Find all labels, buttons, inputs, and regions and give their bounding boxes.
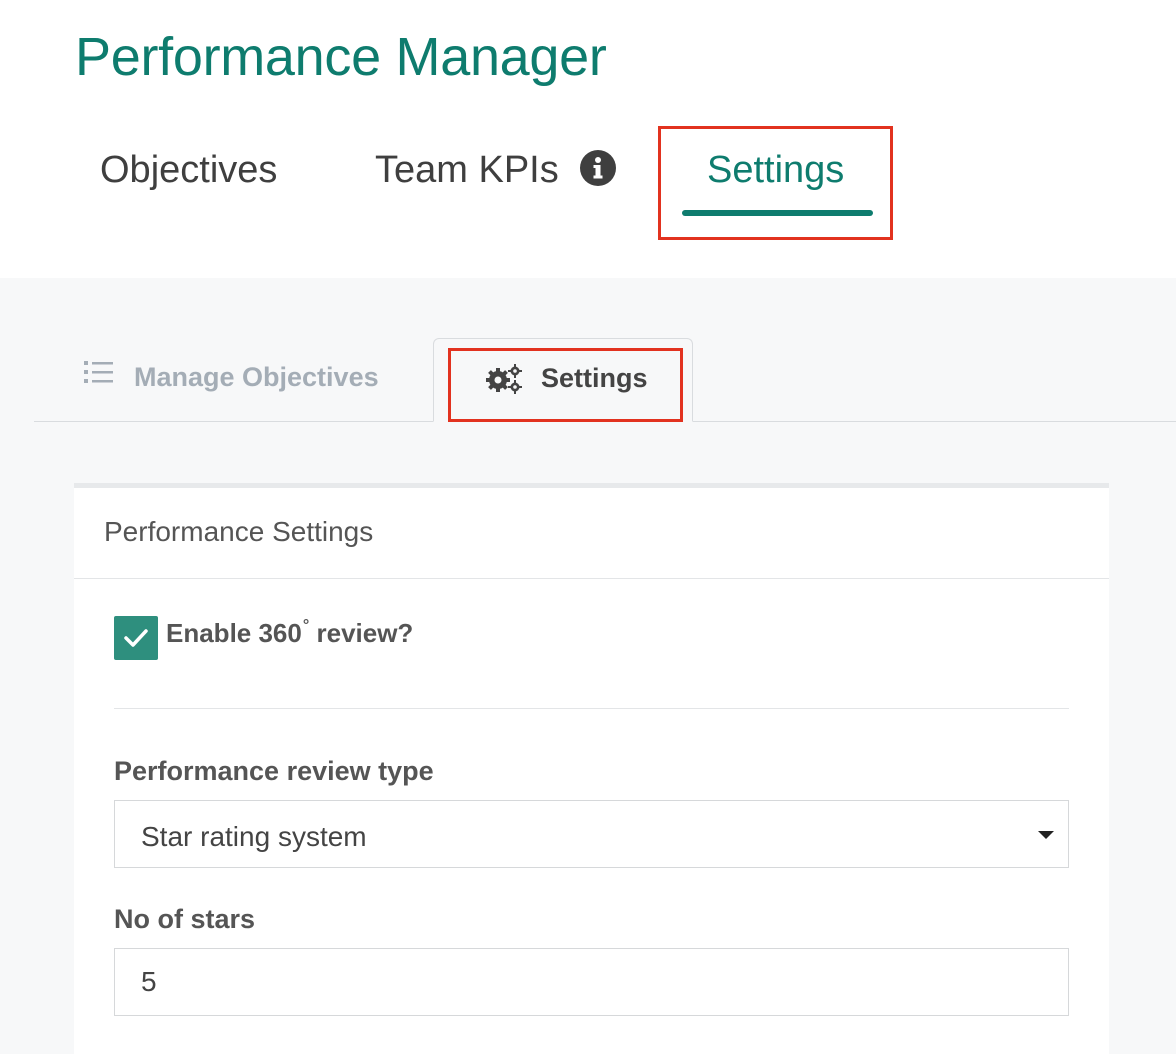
degree-symbol: ° (302, 617, 310, 634)
divider (114, 708, 1069, 709)
tab-team-kpis-label: Team KPIs (375, 149, 559, 191)
subtab-manage-objectives-label: Manage Objectives (134, 362, 379, 392)
list-icon (84, 360, 114, 391)
subtab-manage-objectives[interactable]: Manage Objectives (84, 360, 379, 394)
enable-360-label-prefix: Enable 360 (166, 618, 302, 648)
top-tabs: Objectives Team KPIs Settings (0, 140, 1176, 240)
card-title: Performance Settings (74, 488, 1109, 579)
highlight-box-sub-settings (448, 348, 683, 422)
enable-360-label[interactable]: Enable 360° review? (166, 617, 414, 649)
tab-team-kpis[interactable]: Team KPIs (375, 149, 617, 192)
enable-360-label-suffix: review? (309, 618, 414, 648)
page-title: Performance Manager (75, 27, 607, 87)
tab-objectives-label: Objectives (100, 149, 278, 191)
performance-settings-card: Performance Settings Enable 360° review?… (74, 483, 1109, 1054)
no-of-stars-label: No of stars (114, 904, 256, 934)
caret-down-icon (1038, 831, 1054, 839)
info-icon[interactable] (579, 149, 617, 187)
highlight-box-top-settings (658, 126, 893, 240)
app-root: Performance Manager Objectives Team KPIs (0, 0, 1176, 1054)
review-type-select[interactable]: Star rating system (114, 800, 1069, 868)
tab-objectives[interactable]: Objectives (100, 149, 277, 192)
review-type-label: Performance review type (114, 756, 434, 786)
review-type-value: Star rating system (141, 821, 367, 852)
no-of-stars-input[interactable] (114, 948, 1069, 1016)
header: Performance Manager Objectives Team KPIs (0, 0, 1176, 278)
enable-360-checkbox[interactable] (114, 616, 158, 660)
